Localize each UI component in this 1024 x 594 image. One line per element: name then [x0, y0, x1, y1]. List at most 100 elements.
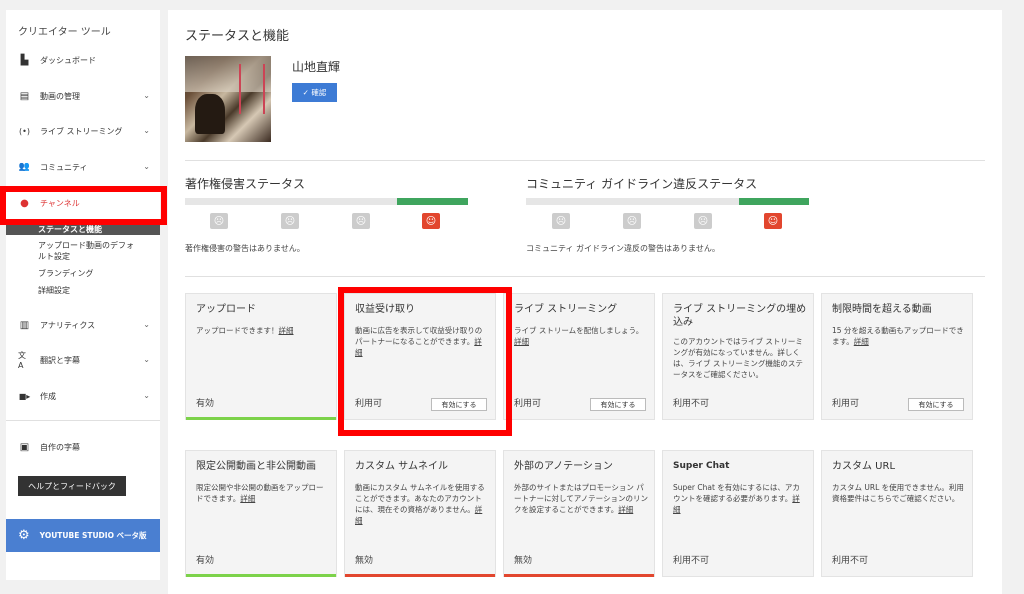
status-line	[186, 574, 336, 577]
help-feedback-button[interactable]: ヘルプとフィードバック	[18, 476, 126, 496]
card-description: 動画にカスタム サムネイルを使用することができます。あなたのアカウントには、現在…	[355, 483, 485, 525]
chevron-down-icon: ⌄	[143, 91, 150, 100]
card-status: 有効	[196, 556, 215, 566]
card-description: 15 分を超える動画もアップロードできます。詳細	[832, 326, 964, 346]
sidebar-item-translate[interactable]: 文A 翻訳と字幕 ⌄	[6, 347, 160, 373]
sidebar-item-create[interactable]: ■▸ 作成 ⌄	[6, 383, 160, 409]
sidebar-item-dashboard[interactable]: ▙ ダッシュボード	[6, 47, 160, 73]
card-status: 利用不可	[832, 556, 869, 566]
feature-card-live-embed: ライブ ストリーミングの埋め込み このアカウントではライブ ストリーミングが有効…	[662, 293, 814, 420]
feature-card-custom-url: カスタム URL カスタム URL を使用できません。利用資格要件はこちらでご確…	[821, 450, 973, 577]
live-icon: (•)	[19, 126, 30, 136]
chevron-down-icon: ⌄	[143, 126, 150, 135]
feature-card-custom-thumbnail: カスタム サムネイル 動画にカスタム サムネイルを使用することができます。あなた…	[344, 450, 496, 577]
youtube-studio-beta-button[interactable]: ⚙ YOUTUBE STUDIO ベータ版	[6, 519, 160, 552]
feature-card-live-streaming: ライブ ストリーミング ライブ ストリームを配信しましょう。詳細 利用可 有効に…	[503, 293, 655, 420]
video-manager-icon: ▤	[19, 90, 30, 102]
card-status: 利用不可	[673, 556, 710, 566]
details-link[interactable]: 詳細	[618, 505, 633, 514]
copyright-note: 著作権侵害の警告はありません。	[185, 244, 305, 253]
happy-face-icon: ☺	[422, 213, 440, 229]
card-description: ライブ ストリームを配信しましょう。詳細	[514, 326, 644, 346]
card-description: このアカウントではライブ ストリーミングが有効になっていません。詳しくは、ライブ…	[673, 337, 803, 379]
sidebar-item-label: 作成	[40, 391, 56, 401]
card-description: アップロードできます！詳細	[196, 326, 294, 335]
card-title: アップロード	[196, 304, 256, 315]
sidebar-item-label: アナリティクス	[40, 320, 96, 330]
enable-button[interactable]: 有効にする	[908, 398, 964, 411]
sidebar-item-video-manager[interactable]: ▤ 動画の管理 ⌄	[6, 83, 160, 109]
copyright-strike-ok-segment	[397, 198, 468, 205]
neutral-face-icon: ☹	[352, 213, 370, 229]
happy-face-icon: ☺	[764, 213, 782, 229]
neutral-face-icon: ☹	[281, 213, 299, 229]
channel-avatar	[185, 56, 271, 142]
neutral-face-icon: ☹	[694, 213, 712, 229]
community-note: コミュニティ ガイドライン違反の警告はありません。	[526, 244, 720, 253]
feature-card-long-videos: 制限時間を超える動画 15 分を超える動画もアップロードできます。詳細 利用可 …	[821, 293, 973, 420]
sidebar-item-analytics[interactable]: ▥ アナリティクス ⌄	[6, 312, 160, 338]
status-line	[186, 417, 336, 420]
subtitle-icon: ▣	[19, 441, 30, 453]
card-status: 利用不可	[673, 399, 710, 409]
feature-card-unlisted-private: 限定公開動画と非公開動画 限定公開や非公開の動画をアップロードできます。詳細 有…	[185, 450, 337, 577]
sidebar-subitem-upload-defaults[interactable]: アップロード動画のデフォ	[38, 240, 158, 251]
annotation-highlight-channel	[0, 186, 167, 225]
card-status: 無効	[355, 556, 374, 566]
card-description: Super Chat を有効にするには、アカウントを確認する必要があります。詳細	[673, 483, 800, 514]
details-link[interactable]: 詳細	[240, 494, 255, 503]
card-description: 限定公開や非公開の動画をアップロードできます。詳細	[196, 483, 324, 503]
card-title: カスタム URL	[832, 461, 896, 472]
copyright-status-title: 著作権侵害ステータス	[185, 177, 306, 191]
feature-card-super-chat: Super Chat Super Chat を有効にするには、アカウントを確認す…	[662, 450, 814, 577]
sidebar-item-label: コミュニティ	[40, 162, 88, 172]
annotation-highlight-monetization	[338, 287, 512, 436]
analytics-icon: ▥	[19, 319, 30, 331]
card-title: 制限時間を超える動画	[832, 304, 932, 315]
sidebar-item-label: ライブ ストリーミング	[40, 126, 123, 136]
community-status-title: コミュニティ ガイドライン違反ステータス	[526, 177, 758, 191]
gear-icon: ⚙	[18, 528, 30, 543]
studio-label: YOUTUBE STUDIO ベータ版	[39, 531, 147, 540]
card-title: 外部のアノテーション	[514, 461, 613, 472]
card-title: Super Chat	[673, 461, 730, 471]
details-link[interactable]: 詳細	[854, 337, 869, 346]
section-divider	[185, 276, 985, 277]
feature-card-external-annotations: 外部のアノテーション 外部のサイトまたはプロモーション パートナーに対してアノテ…	[503, 450, 655, 577]
chevron-down-icon: ⌄	[143, 355, 150, 364]
page-title: ステータスと機能	[185, 29, 290, 44]
sidebar-title: クリエイター ツール	[18, 27, 111, 38]
community-icon: 👥	[18, 162, 31, 172]
status-line	[345, 574, 495, 577]
sidebar-item-label: 動画の管理	[40, 91, 80, 101]
status-line	[504, 574, 654, 577]
card-status: 利用可	[514, 399, 542, 409]
verify-button[interactable]: ✓ 確認	[292, 83, 337, 102]
details-link[interactable]: 詳細	[279, 326, 294, 335]
sidebar-item-label: 自作の字幕	[40, 442, 80, 452]
card-description: 外部のサイトまたはプロモーション パートナーに対してアノテーションのリンクを設定…	[514, 483, 648, 514]
card-description: カスタム URL を使用できません。利用資格要件はこちらでご確認ください。	[832, 483, 964, 503]
sidebar-subitem-status[interactable]: ステータスと機能	[38, 224, 158, 235]
dashboard-icon: ▙	[20, 54, 29, 66]
sidebar-item-label: 翻訳と字幕	[40, 355, 80, 365]
neutral-face-icon: ☹	[623, 213, 641, 229]
sidebar-item-live[interactable]: (•) ライブ ストリーミング ⌄	[6, 118, 160, 144]
sidebar-item-label: ダッシュボード	[40, 55, 96, 65]
sidebar-subitem-upload-defaults-2[interactable]: ルト設定	[38, 251, 158, 262]
create-icon: ■▸	[18, 391, 31, 401]
details-link[interactable]: 詳細	[514, 337, 529, 346]
chevron-down-icon: ⌄	[143, 391, 150, 400]
sidebar-item-community[interactable]: 👥 コミュニティ ⌄	[6, 154, 160, 180]
enable-button[interactable]: 有効にする	[590, 398, 646, 411]
section-divider	[185, 160, 985, 161]
sidebar-subitem-advanced[interactable]: 詳細設定	[38, 285, 158, 296]
sidebar-item-subtitles[interactable]: ▣ 自作の字幕	[6, 434, 160, 460]
sidebar-subitem-branding[interactable]: ブランディング	[38, 268, 158, 279]
translate-icon: 文A	[18, 351, 26, 370]
chevron-down-icon: ⌄	[143, 162, 150, 171]
card-title: ライブ ストリーミングの埋め込み	[673, 304, 807, 328]
chevron-down-icon: ⌄	[143, 320, 150, 329]
card-title: カスタム サムネイル	[355, 461, 448, 472]
card-status: 無効	[514, 556, 533, 566]
